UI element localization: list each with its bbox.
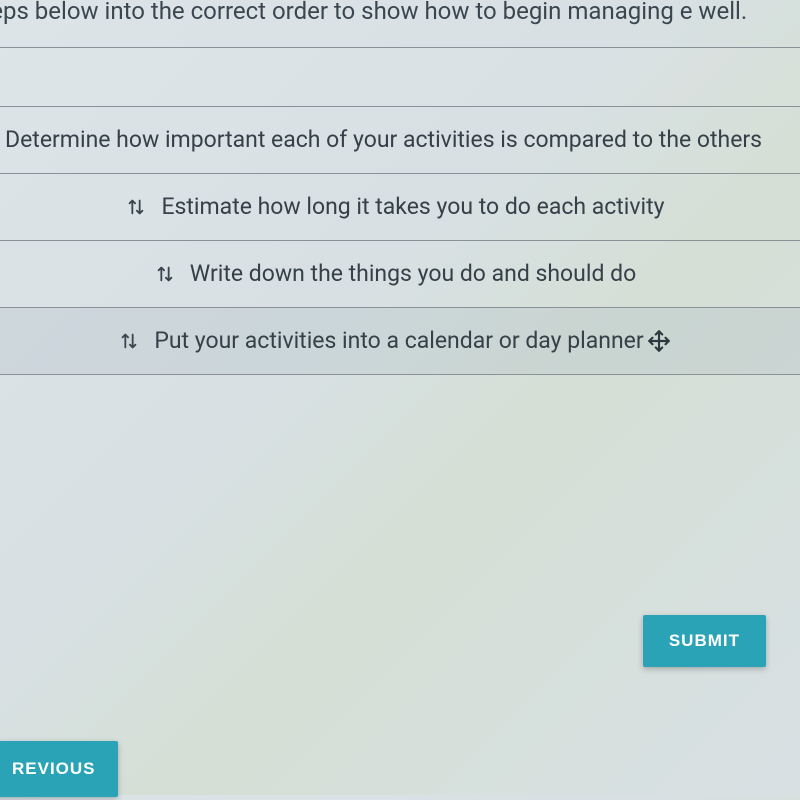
item-text: Write down the things you do and should …: [190, 259, 636, 289]
item-text: Estimate how long it takes you to do eac…: [161, 192, 664, 222]
empty-slot[interactable]: [0, 47, 800, 107]
sort-arrows-icon: [118, 330, 140, 352]
sortable-item-selected[interactable]: Put your activities into a calendar or d…: [0, 308, 800, 375]
submit-button[interactable]: SUBMIT: [643, 615, 766, 667]
item-text: Determine how important each of your act…: [5, 125, 762, 155]
sortable-item[interactable]: Estimate how long it takes you to do eac…: [0, 174, 800, 241]
previous-button[interactable]: REVIOUS: [0, 741, 118, 797]
sort-arrows-icon: [125, 196, 147, 218]
question-instructions: steps below into the correct order to sh…: [0, 0, 800, 47]
item-text: Put your activities into a calendar or d…: [154, 326, 643, 356]
move-cursor-icon: [646, 328, 672, 354]
sortable-item[interactable]: Write down the things you do and should …: [0, 241, 800, 308]
sort-arrows-icon: [154, 263, 176, 285]
sortable-item[interactable]: Determine how important each of your act…: [0, 107, 800, 174]
